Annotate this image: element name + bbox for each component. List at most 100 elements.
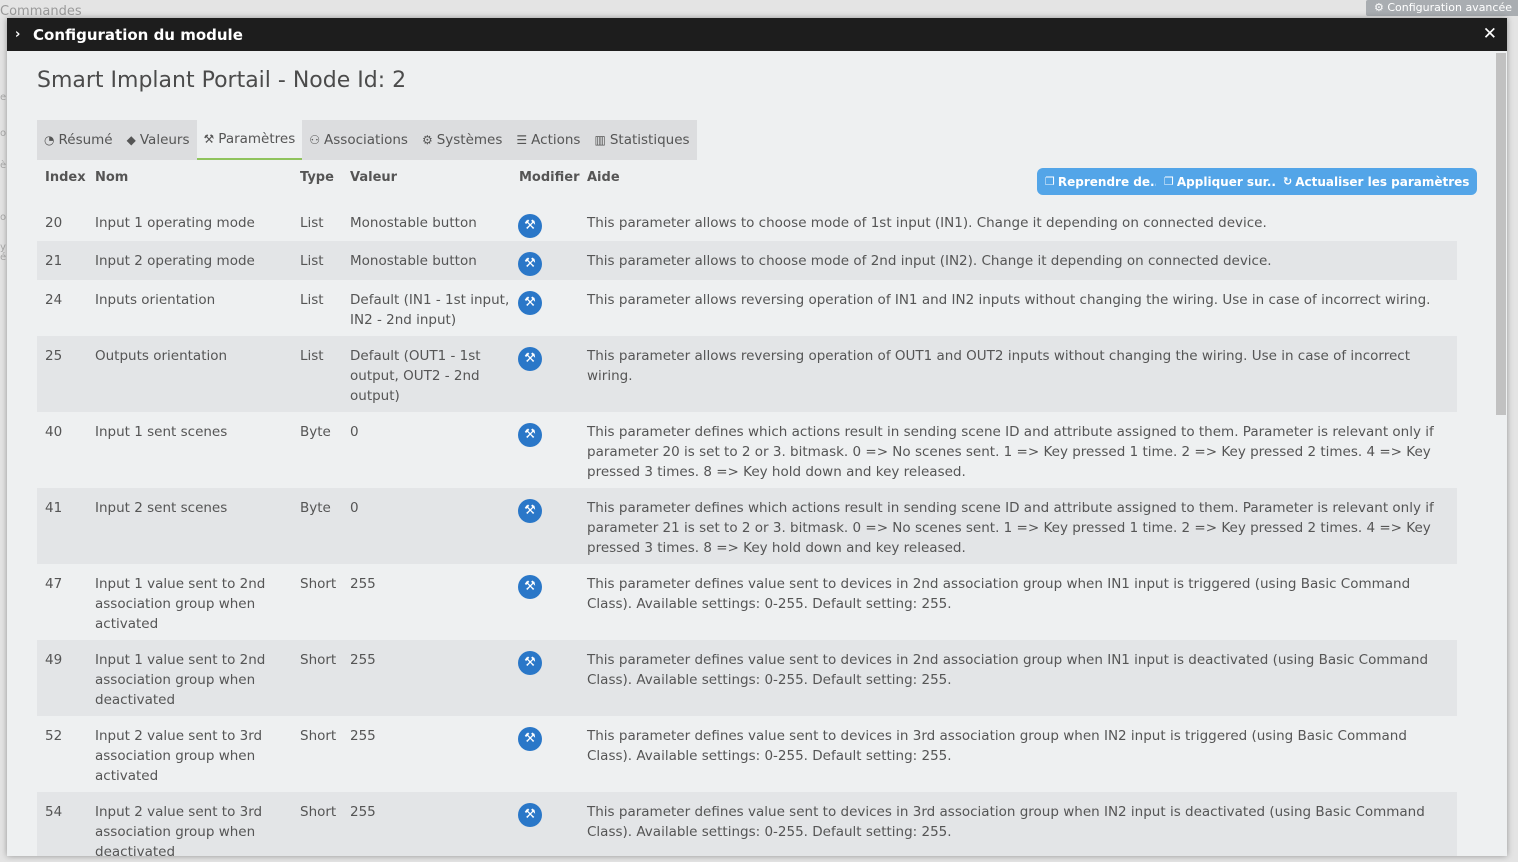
- cell-valeur: Monostable button: [350, 253, 477, 269]
- background-side-letter: e: [0, 92, 7, 103]
- tab-valeurs[interactable]: ◆ Valeurs: [120, 120, 197, 160]
- table-row: 49 Input 1 value sent to 2nd association…: [37, 640, 1457, 716]
- table-row: 21 Input 2 operating mode List Monostabl…: [37, 241, 1457, 280]
- cell-type: Short: [300, 576, 337, 592]
- cell-aide: This parameter allows to choose mode of …: [587, 253, 1272, 269]
- cell-type: List: [300, 253, 324, 269]
- cell-aide: This parameter allows reversing operatio…: [587, 348, 1411, 384]
- cell-type: Byte: [300, 500, 331, 516]
- module-config-modal: › Configuration du module ✕ Smart Implan…: [7, 18, 1507, 856]
- tab-systemes[interactable]: ⚙ Systèmes: [415, 120, 509, 160]
- modal-titlebar: › Configuration du module ✕: [7, 18, 1507, 51]
- appliquer-button[interactable]: ❐ Appliquer sur...: [1156, 168, 1289, 195]
- cell-nom: Input 1 sent scenes: [95, 424, 228, 440]
- advanced-config-label: Configuration avancée: [1387, 1, 1512, 14]
- wrench-icon[interactable]: ⚒: [518, 252, 542, 276]
- cell-type: List: [300, 292, 324, 308]
- cell-type: List: [300, 215, 324, 231]
- advanced-config-button[interactable]: ⚙ Configuration avancée: [1365, 0, 1518, 16]
- wrench-icon[interactable]: ⚒: [518, 575, 542, 599]
- wrench-icon[interactable]: ⚒: [518, 651, 542, 675]
- appliquer-label: Appliquer sur...: [1176, 174, 1281, 189]
- cell-index: 21: [45, 253, 63, 269]
- cell-aide: This parameter defines value sent to dev…: [587, 804, 1425, 840]
- cell-nom: Input 2 value sent to 3rd association gr…: [95, 804, 263, 856]
- cogs-icon: ⚙: [1373, 1, 1384, 14]
- wrench-icon[interactable]: ⚒: [518, 347, 542, 371]
- cell-aide: This parameter allows reversing operatio…: [587, 292, 1431, 308]
- table-row: 25 Outputs orientation List Default (OUT…: [37, 336, 1457, 412]
- tab-parametres[interactable]: ⚒ Paramètres: [196, 120, 303, 160]
- cell-index: 40: [45, 424, 63, 440]
- tab-associations[interactable]: ⚇ Associations: [302, 120, 415, 160]
- cell-index: 54: [45, 804, 63, 820]
- tab-label: Systèmes: [436, 132, 503, 148]
- chevron-right-icon: ›: [15, 27, 21, 42]
- cell-valeur: 255: [350, 804, 376, 820]
- cell-index: 47: [45, 576, 63, 592]
- cell-index: 25: [45, 348, 63, 364]
- tab-label: Valeurs: [139, 132, 190, 148]
- header-aide: Aide: [587, 170, 620, 185]
- cell-nom: Outputs orientation: [95, 348, 228, 364]
- wrench-icon[interactable]: ⚒: [518, 803, 542, 827]
- copy-icon: ❐: [1164, 175, 1174, 188]
- cell-valeur: 255: [350, 728, 376, 744]
- reprendre-label: Reprendre de...: [1057, 174, 1164, 189]
- cell-nom: Input 1 operating mode: [95, 215, 255, 231]
- tab-label: Résumé: [58, 132, 113, 148]
- modal-title: Configuration du module: [33, 25, 243, 44]
- header-modifier: Modifier: [519, 170, 580, 185]
- cell-nom: Input 1 value sent to 2nd association gr…: [95, 652, 266, 708]
- actualiser-button[interactable]: ↻ Actualiser les paramètres: [1275, 168, 1478, 195]
- parameters-table: 20 Input 1 operating mode List Monostabl…: [37, 203, 1457, 856]
- close-icon[interactable]: ✕: [1483, 24, 1497, 44]
- reprendre-button[interactable]: ❐ Reprendre de...: [1037, 168, 1172, 195]
- cell-type: Short: [300, 728, 337, 744]
- background-side-letter: o: [0, 128, 7, 139]
- cell-valeur: Default (OUT1 - 1st output, OUT2 - 2nd o…: [350, 348, 481, 404]
- dashboard-icon: ◔: [44, 133, 55, 147]
- wrench-icon[interactable]: ⚒: [518, 423, 542, 447]
- cell-index: 41: [45, 500, 63, 516]
- header-valeur: Valeur: [350, 170, 398, 185]
- header-nom: Nom: [95, 170, 129, 185]
- refresh-icon: ↻: [1283, 175, 1293, 188]
- tab-label: Actions: [531, 132, 581, 148]
- device-title: Smart Implant Portail - Node Id: 2: [37, 68, 407, 93]
- wrench-icon[interactable]: ⚒: [518, 727, 542, 751]
- cell-type: Short: [300, 652, 337, 668]
- background-side-letter: é: [0, 252, 7, 263]
- background-commandes-label: Commandes: [0, 4, 82, 19]
- cell-nom: Input 1 value sent to 2nd association gr…: [95, 576, 266, 632]
- modal-scrollbar-thumb[interactable]: [1496, 53, 1506, 415]
- cell-nom: Input 2 sent scenes: [95, 500, 228, 516]
- wrench-icon: ⚒: [203, 132, 215, 146]
- wrench-icon[interactable]: ⚒: [518, 499, 542, 523]
- cell-valeur: 255: [350, 652, 376, 668]
- wrench-icon[interactable]: ⚒: [518, 291, 542, 315]
- cogs-icon: ⚙: [421, 133, 433, 147]
- cell-nom: Input 2 value sent to 3rd association gr…: [95, 728, 263, 784]
- table-row: 52 Input 2 value sent to 3rd association…: [37, 716, 1457, 792]
- cell-valeur: 0: [350, 424, 359, 440]
- actualiser-label: Actualiser les paramètres: [1295, 174, 1470, 189]
- cell-index: 49: [45, 652, 63, 668]
- table-row: 20 Input 1 operating mode List Monostabl…: [37, 203, 1457, 241]
- wrench-icon[interactable]: ⚒: [518, 214, 542, 238]
- cell-aide: This parameter allows to choose mode of …: [587, 215, 1267, 231]
- cell-aide: This parameter defines value sent to dev…: [587, 728, 1407, 764]
- tab-statistiques[interactable]: ▥ Statistiques: [587, 120, 696, 160]
- tab-resume[interactable]: ◔ Résumé: [37, 120, 120, 160]
- copy-icon: ❐: [1045, 175, 1055, 188]
- background-side-letter: è: [0, 160, 7, 171]
- table-row: 41 Input 2 sent scenes Byte 0 ⚒ This par…: [37, 488, 1457, 564]
- table-row: 40 Input 1 sent scenes Byte 0 ⚒ This par…: [37, 412, 1457, 488]
- header-index: Index: [45, 170, 86, 185]
- bar-chart-icon: ▥: [594, 133, 606, 147]
- cell-aide: This parameter defines which actions res…: [587, 424, 1434, 480]
- table-row: 54 Input 2 value sent to 3rd association…: [37, 792, 1457, 856]
- cell-nom: Input 2 operating mode: [95, 253, 255, 269]
- tab-actions[interactable]: ☰ Actions: [509, 120, 587, 160]
- cell-aide: This parameter defines value sent to dev…: [587, 652, 1429, 688]
